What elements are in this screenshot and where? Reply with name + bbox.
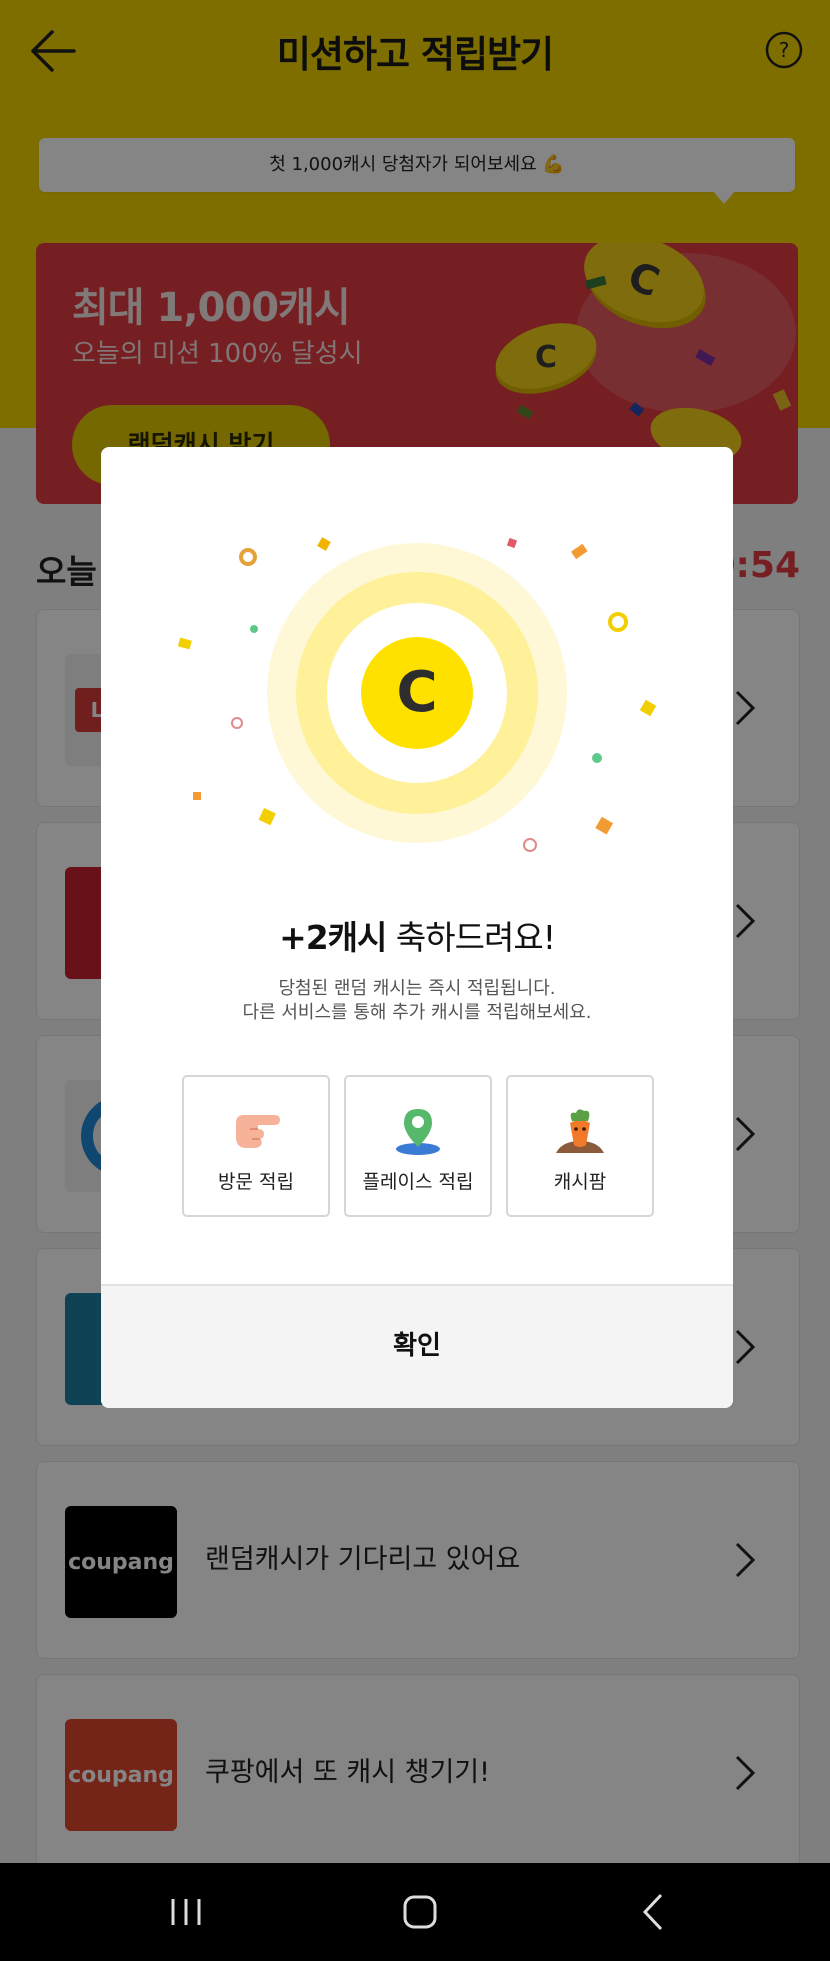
desc-line-1: 당첨된 랜덤 캐시는 즉시 적립됩니다. xyxy=(278,978,556,999)
option-label: 방문 적립 xyxy=(218,1171,294,1193)
modal-title: +2캐시 축하드려요! xyxy=(101,911,733,959)
reward-modal: C +2캐시 축하드려요! 당첨된 랜덤 캐시는 즉시 적립됩니다. 다른 서비… xyxy=(101,447,733,1408)
desc-line-2: 다른 서비스를 통해 추가 캐시를 적립해보세요. xyxy=(242,1002,592,1023)
system-navbar xyxy=(0,1863,830,1961)
cash-farm-button[interactable]: 캐시팜 xyxy=(506,1075,654,1217)
map-pin-icon xyxy=(396,1109,440,1155)
visit-reward-button[interactable]: 방문 적립 xyxy=(182,1075,330,1217)
svg-text:C: C xyxy=(396,660,437,725)
option-label: 캐시팜 xyxy=(553,1171,607,1193)
recent-apps-icon[interactable] xyxy=(163,1889,209,1935)
place-reward-button[interactable]: 플레이스 적립 xyxy=(344,1075,492,1217)
coin-burst-illustration: C xyxy=(177,537,657,852)
nav-back-icon[interactable] xyxy=(631,1889,677,1935)
option-label: 플레이스 적립 xyxy=(362,1171,474,1193)
congrats-text: 축하드려요! xyxy=(386,918,556,957)
carrot-icon xyxy=(556,1109,604,1153)
modal-description: 당첨된 랜덤 캐시는 즉시 적립됩니다. 다른 서비스를 통해 추가 캐시를 적… xyxy=(101,977,733,1025)
home-icon[interactable] xyxy=(397,1889,443,1935)
pointing-hand-icon xyxy=(236,1115,280,1148)
confirm-button[interactable]: 확인 xyxy=(101,1284,733,1408)
reward-amount: +2캐시 xyxy=(279,918,387,957)
